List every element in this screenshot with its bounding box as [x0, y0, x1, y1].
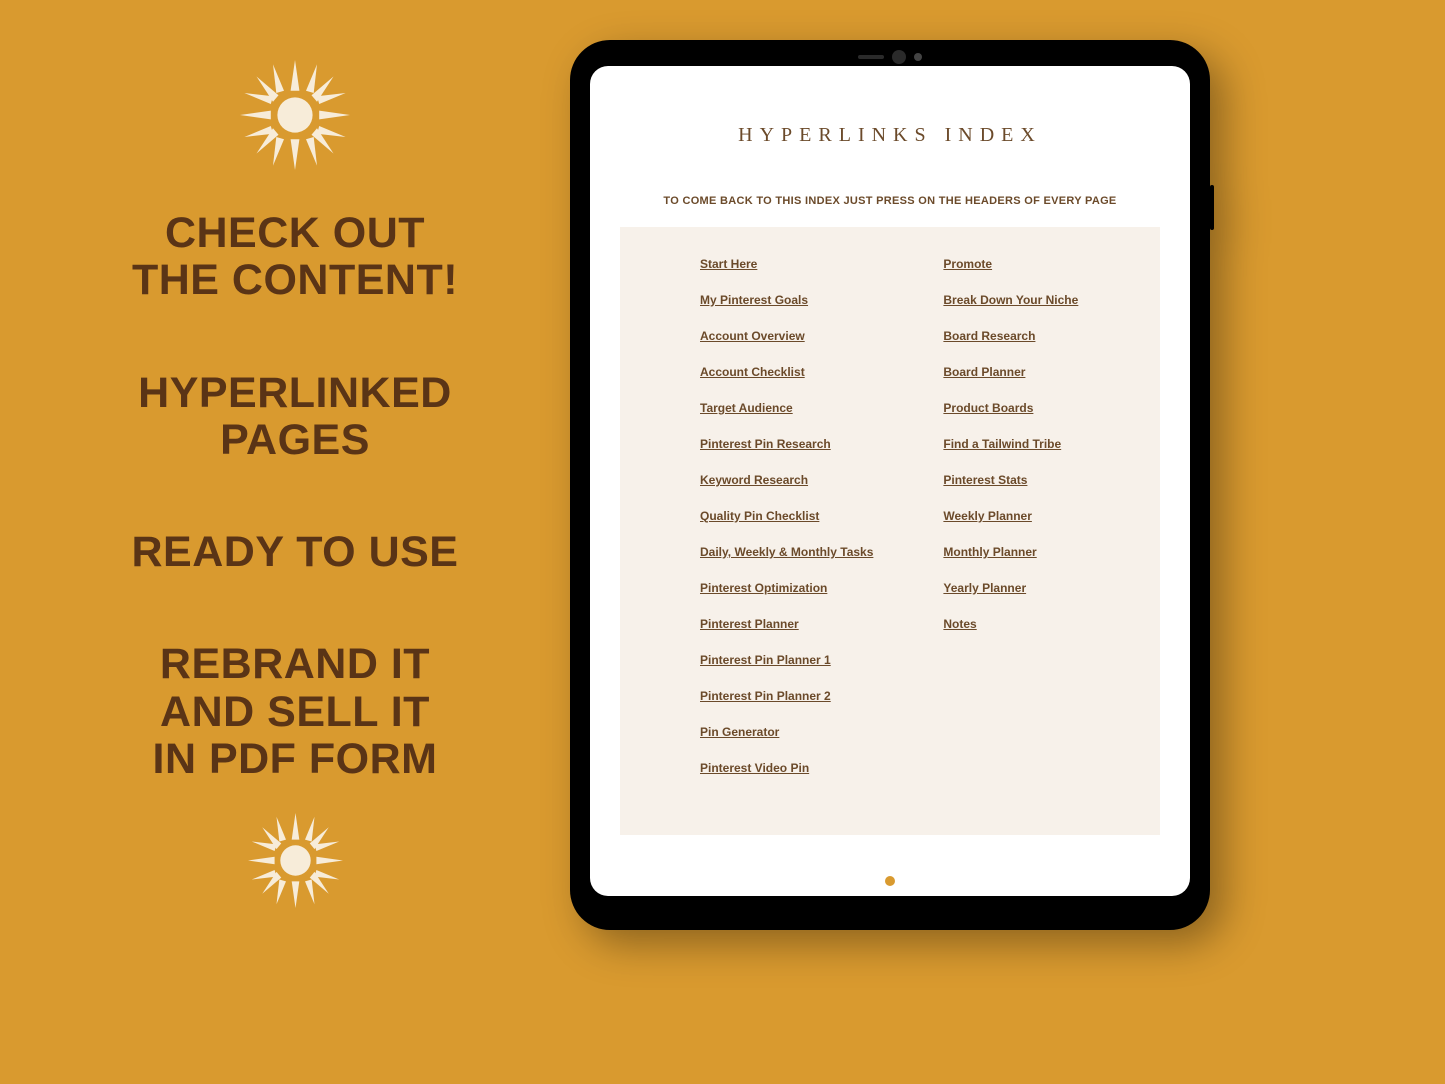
index-link[interactable]: Keyword Research — [700, 473, 873, 487]
index-link[interactable]: Daily, Weekly & Monthly Tasks — [700, 545, 873, 559]
sunburst-icon — [248, 813, 343, 908]
index-link[interactable]: Board Research — [943, 329, 1078, 343]
promo-line: THE CONTENT! — [80, 257, 510, 304]
index-link[interactable]: Pinterest Planner — [700, 617, 873, 631]
promo-left-column: CHECK OUT THE CONTENT! HYPERLINKED PAGES… — [80, 60, 510, 908]
promo-line: IN PDF FORM — [80, 736, 510, 783]
index-link[interactable]: Quality Pin Checklist — [700, 509, 873, 523]
tablet-notch — [858, 50, 922, 64]
tablet-bezel: HYPERLINKS INDEX TO COME BACK TO THIS IN… — [570, 40, 1210, 930]
index-link[interactable]: Pinterest Pin Planner 2 — [700, 689, 873, 703]
index-subtitle: TO COME BACK TO THIS INDEX JUST PRESS ON… — [590, 195, 1190, 207]
index-link[interactable]: Pinterest Pin Research — [700, 437, 873, 451]
index-column-2: Promote Break Down Your Niche Board Rese… — [943, 257, 1078, 805]
promo-line: HYPERLINKED — [80, 370, 510, 417]
index-link[interactable]: Find a Tailwind Tribe — [943, 437, 1078, 451]
promo-headline-2: HYPERLINKED PAGES — [80, 370, 510, 465]
index-link[interactable]: Notes — [943, 617, 1078, 631]
promo-line: READY TO USE — [80, 529, 510, 576]
index-link[interactable]: Yearly Planner — [943, 581, 1078, 595]
index-link[interactable]: My Pinterest Goals — [700, 293, 873, 307]
speaker-icon — [858, 55, 884, 59]
sunburst-icon — [240, 60, 350, 170]
index-link[interactable]: Account Checklist — [700, 365, 873, 379]
promo-line: PAGES — [80, 417, 510, 464]
index-link[interactable]: Monthly Planner — [943, 545, 1078, 559]
promo-line: REBRAND IT — [80, 641, 510, 688]
tablet-screen: HYPERLINKS INDEX TO COME BACK TO THIS IN… — [590, 66, 1190, 896]
sensor-icon — [914, 53, 922, 61]
index-link[interactable]: Promote — [943, 257, 1078, 271]
index-column-1: Start Here My Pinterest Goals Account Ov… — [700, 257, 873, 805]
index-panel: Start Here My Pinterest Goals Account Ov… — [620, 227, 1160, 835]
index-link[interactable]: Board Planner — [943, 365, 1078, 379]
tablet-side-button — [1210, 185, 1214, 230]
index-link[interactable]: Pinterest Pin Planner 1 — [700, 653, 873, 667]
index-link[interactable]: Target Audience — [700, 401, 873, 415]
index-link[interactable]: Pinterest Stats — [943, 473, 1078, 487]
index-link[interactable]: Product Boards — [943, 401, 1078, 415]
index-link[interactable]: Pin Generator — [700, 725, 873, 739]
index-link[interactable]: Start Here — [700, 257, 873, 271]
index-link[interactable]: Break Down Your Niche — [943, 293, 1078, 307]
camera-icon — [892, 50, 906, 64]
index-title: HYPERLINKS INDEX — [590, 124, 1190, 147]
index-link[interactable]: Weekly Planner — [943, 509, 1078, 523]
home-indicator-icon — [885, 876, 895, 886]
promo-line: AND SELL IT — [80, 689, 510, 736]
promo-headline-3: READY TO USE — [80, 529, 510, 576]
index-link[interactable]: Pinterest Video Pin — [700, 761, 873, 775]
promo-headline-1: CHECK OUT THE CONTENT! — [80, 210, 510, 305]
tablet-mockup: HYPERLINKS INDEX TO COME BACK TO THIS IN… — [570, 40, 1210, 930]
promo-headline-4: REBRAND IT AND SELL IT IN PDF FORM — [80, 641, 510, 783]
promo-line: CHECK OUT — [80, 210, 510, 257]
index-link[interactable]: Pinterest Optimization — [700, 581, 873, 595]
index-link[interactable]: Account Overview — [700, 329, 873, 343]
